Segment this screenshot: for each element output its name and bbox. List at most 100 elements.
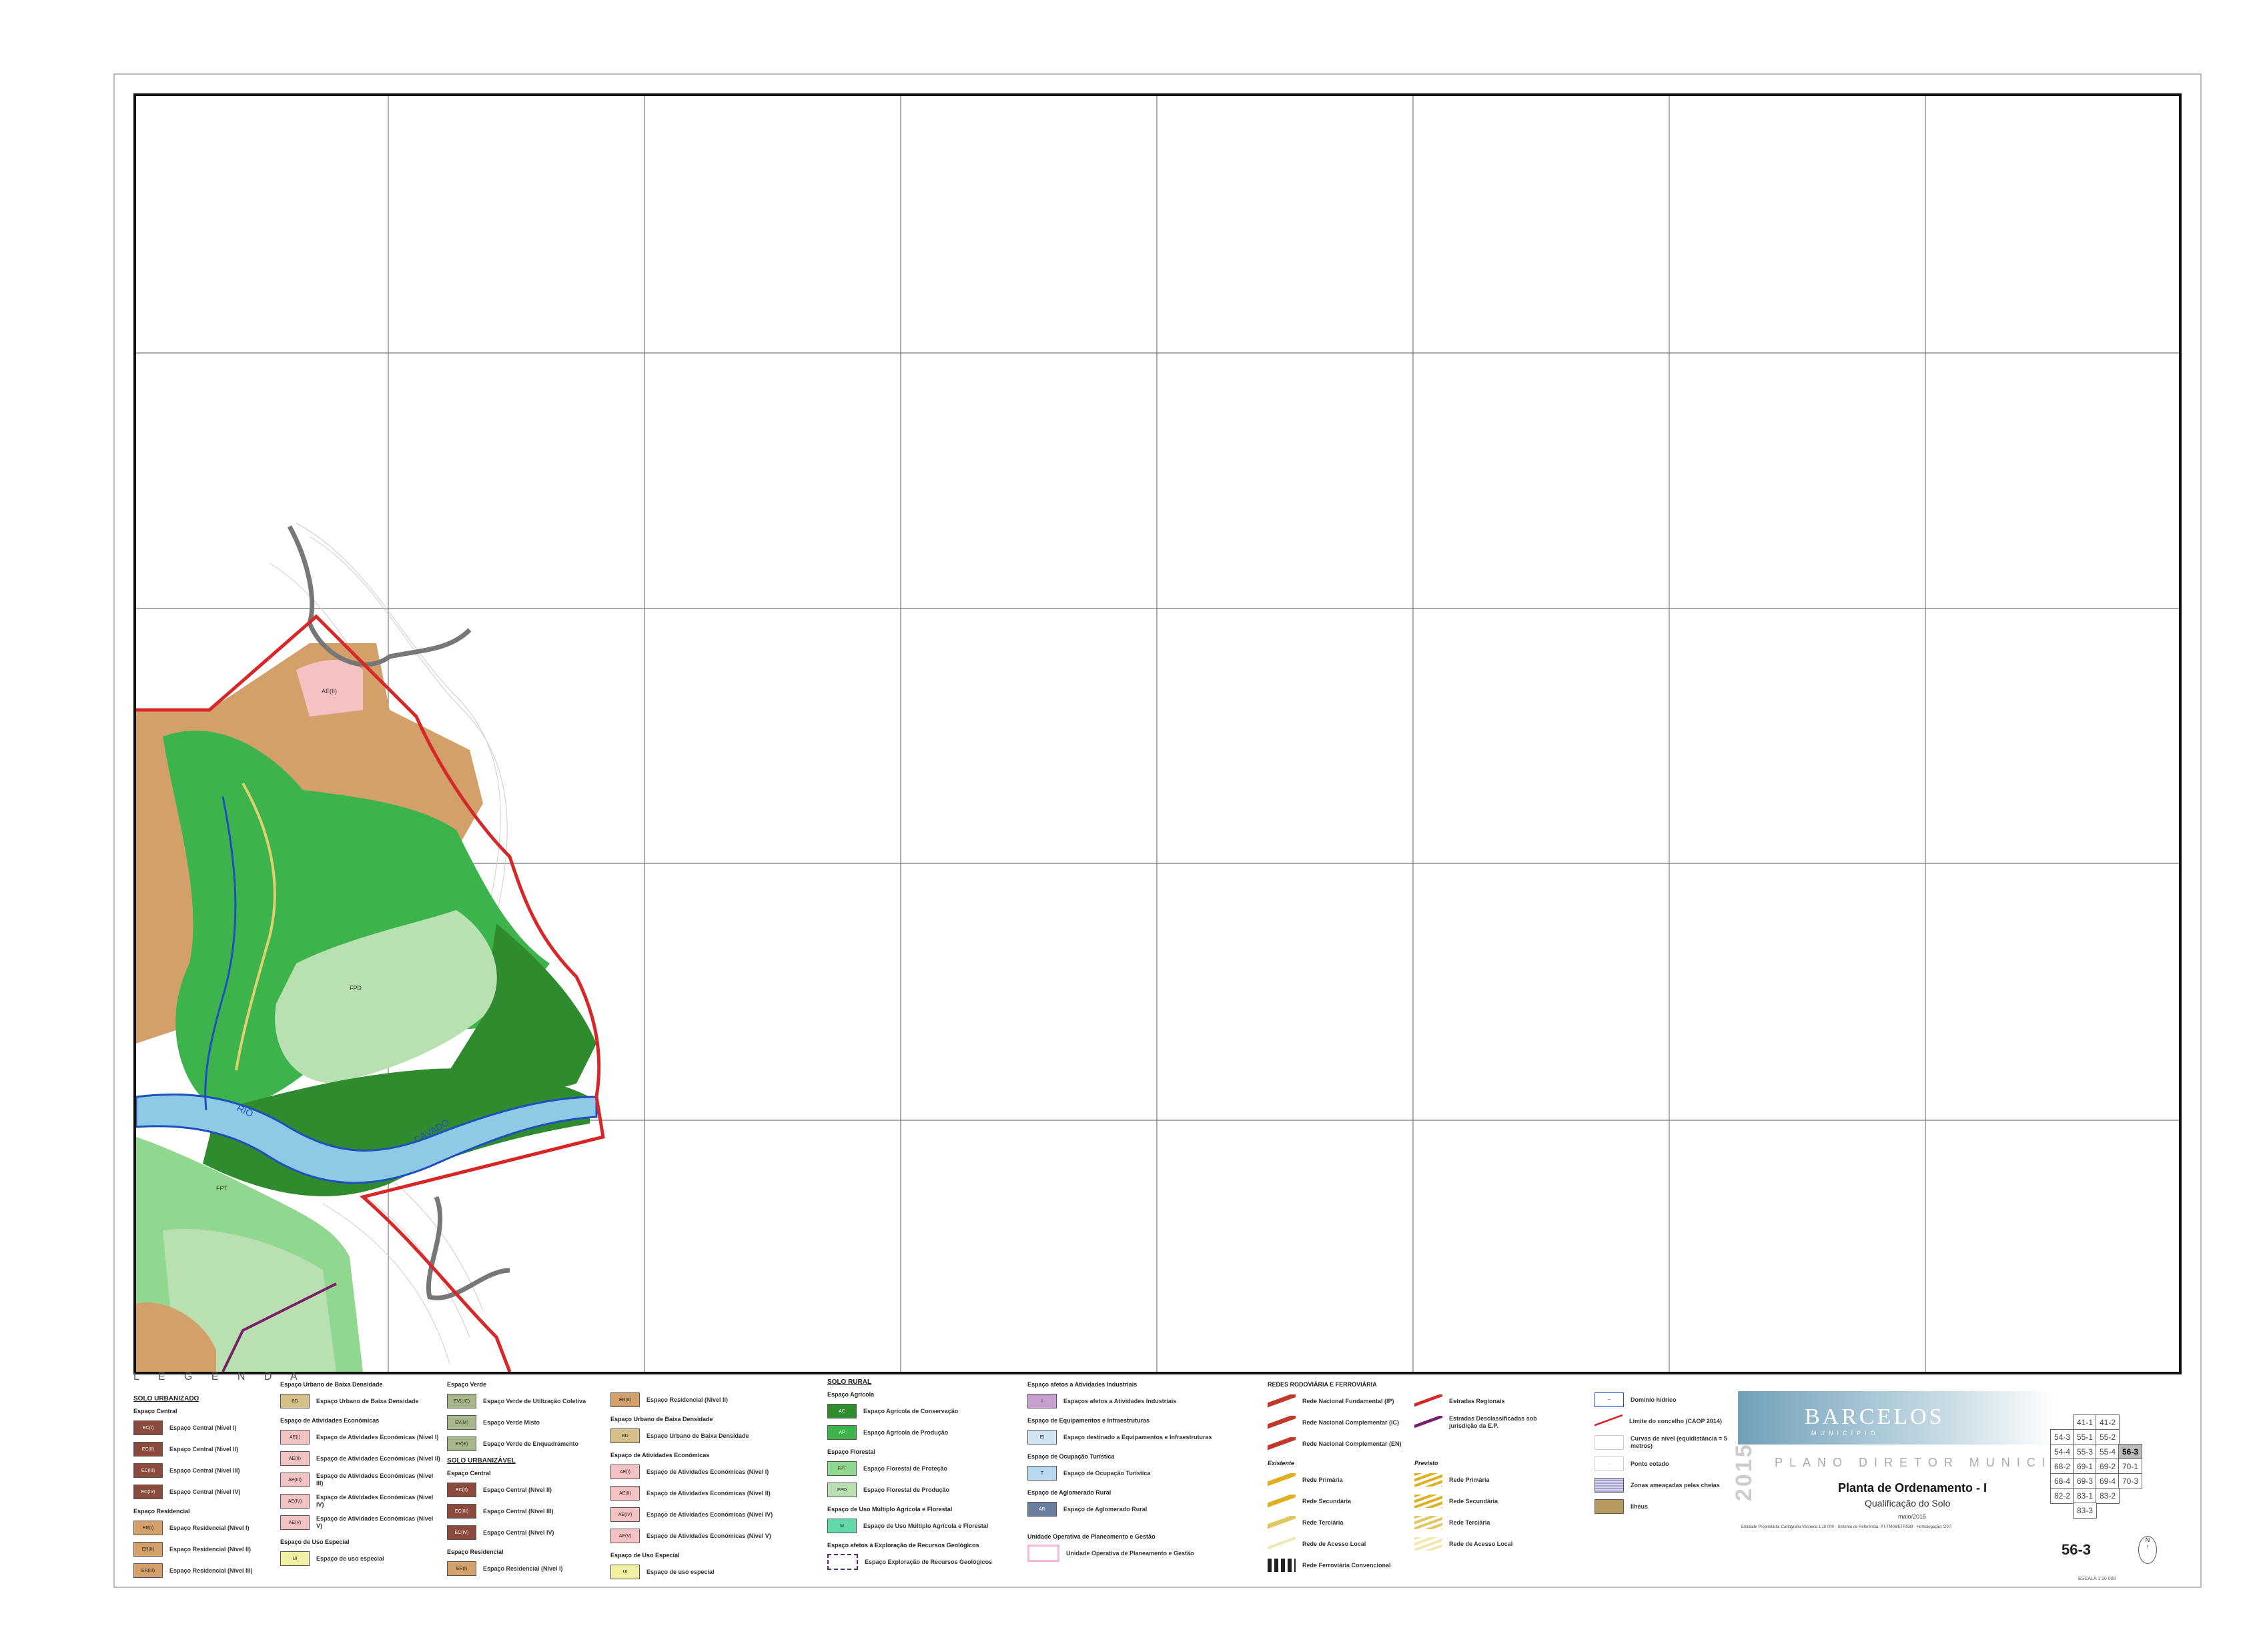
sheet-index-cell: 55-3 — [2073, 1444, 2097, 1460]
legend-col-urbanizavel-2: ER(II) Espaço Residencial (Nível II) Espa… — [610, 1389, 797, 1583]
legend-item: Rede de Acesso Local — [1268, 1533, 1408, 1555]
legend-item: EI Espaço destinado a Equipamentos e Infr… — [1027, 1426, 1241, 1448]
legend-item: Rede Nacional Fundamental (IP) — [1268, 1390, 1408, 1412]
legend-item: BD Espaço Urbano de Baixa Densidade — [610, 1425, 797, 1447]
scale-text: ESCALA 1:10 000 — [2078, 1577, 2116, 1581]
sheet-index-cell: 68-2 — [2050, 1459, 2074, 1475]
legend-col-outros: ~ Domínio hídrico Limite do concelho (CAO… — [1595, 1389, 1735, 1517]
legend-subsection: Espaço Agrícola — [827, 1391, 875, 1398]
legend-item: AE(I) Espaço de Atividades Económicas (Ní… — [280, 1426, 440, 1448]
coordinate-grid — [136, 96, 2179, 1372]
legend-item: BD Espaço Urbano de Baixa Densidade — [280, 1390, 440, 1412]
legend-item: Estradas Regionais — [1414, 1390, 1561, 1412]
title-block: BARCELOS MUNICÍPIO 2015 PLANO DIRETOR MU… — [1731, 1381, 2198, 1588]
legend-item: AC Espaço Agrícola de Conservação — [827, 1400, 1021, 1422]
sheet-number: 56-3 — [2062, 1541, 2092, 1558]
plan-year: 2015 — [1731, 1442, 1757, 1501]
legend-col-redes: REDES RODOVIÁRIA E FERROVIÁRIA Rede Naci… — [1268, 1376, 1568, 1576]
map-date: maio/2015 — [1898, 1513, 1927, 1520]
sheet-index-cell: 55-2 — [2096, 1429, 2120, 1445]
legend-subsection: Espaço afetos a Atividades Industriais — [1027, 1381, 1138, 1388]
zone-label-ae: AE(II) — [322, 688, 337, 695]
legend: SOLO URBANIZADO Espaço Central EC(I) Espa… — [133, 1376, 1735, 1589]
legend-item: Rede Ferroviária Convencional — [1268, 1555, 1408, 1576]
sheet-index-cell: 69-1 — [2073, 1459, 2097, 1475]
legend-item: Rede Primária — [1268, 1469, 1408, 1491]
sheet-index-cell: 68-4 — [2050, 1473, 2074, 1489]
legend-subsection: Espaço de Uso Especial — [280, 1539, 350, 1545]
legend-item: AE(II) Espaço de Atividades Económicas (N… — [280, 1448, 440, 1469]
legend-subsection: Espaço Residencial — [447, 1549, 504, 1555]
map-subtitle: Qualificação do Solo — [1865, 1498, 1951, 1509]
legend-col-urbanizado: SOLO URBANIZADO Espaço Central EC(I) Espa… — [133, 1392, 274, 1581]
map-metadata: Entidade Proprietária: Cartografia Vecto… — [1741, 1525, 1952, 1529]
legend-subsection: Espaço Urbano de Baixa Densidade — [610, 1416, 713, 1422]
sheet-index-cell: 55-4 — [2096, 1444, 2120, 1460]
legend-section: SOLO URBANIZÁVEL — [447, 1457, 516, 1465]
legend-subsection: Espaço Verde — [447, 1381, 487, 1388]
map-frame[interactable]: RIO CÁVADO FPD FPT AE(II) — [133, 93, 2182, 1374]
legend-item: ER(I) Espaço Residencial (Nível I) — [133, 1517, 274, 1539]
legend-item: Curvas de nível (equidistância = 5 metro… — [1595, 1432, 1735, 1453]
legend-item: ~ Domínio hídrico — [1595, 1389, 1735, 1410]
legend-item: Rede Secundária — [1414, 1491, 1561, 1512]
legend-item: EC(II) Espaço Central (Nível II) — [133, 1438, 274, 1460]
sheet-index-cell: 69-3 — [2073, 1473, 2097, 1489]
legend-item: EV(M) Espaço Verde Misto — [447, 1412, 607, 1433]
legend-item: AE(V) Espaço de Atividades Económicas (Ní… — [610, 1525, 797, 1547]
legend-col-rural-2: Espaço afetos a Atividades Industriais I… — [1027, 1376, 1241, 1564]
legend-item: UI Espaço de uso especial — [280, 1548, 440, 1569]
legend-item: I Espaços afetos a Atividades Industriais — [1027, 1390, 1241, 1412]
legend-item: Rede Primária — [1414, 1469, 1561, 1491]
legend-item: ER(II) Espaço Residencial (Nível II) — [133, 1539, 274, 1560]
legend-item: EC(IV) Espaço Central (Nível IV) — [133, 1481, 274, 1503]
zone-label-fpd: FPD — [350, 985, 362, 991]
legend-item: AE(IV) Espaço de Atividades Económicas (N… — [610, 1504, 797, 1525]
legend-subsection: Espaço Central — [447, 1470, 491, 1477]
legend-section: SOLO RURAL — [827, 1378, 872, 1386]
legend-item: FPD Espaço Florestal de Produção — [827, 1479, 1021, 1501]
legend-subsection: Espaço Central — [133, 1408, 177, 1414]
sheet-index-cell: 55-1 — [2073, 1429, 2097, 1445]
sheet-index-cell: 70-3 — [2118, 1473, 2142, 1489]
legend-item: AE(IV) Espaço de Atividades Económicas (N… — [280, 1491, 440, 1512]
legend-subsection: Espaço afetos à Exploração de Recursos G… — [827, 1542, 979, 1549]
legend-item: AE(V) Espaço de Atividades Económicas (Ní… — [280, 1512, 440, 1533]
brand-name: BARCELOS — [1805, 1404, 1945, 1429]
sheet-index-cell: 83-2 — [2096, 1488, 2120, 1504]
legend-col-atividades: Espaço Urbano de Baixa Densidade BD Espaç… — [280, 1376, 440, 1569]
sheet-index: 41-1 41-2 54-3 55-1 55-2 54-4 55-3 55-4 56-3 68-2… — [2050, 1414, 2142, 1521]
legend-item: Espaço Exploração de Recursos Geológicos — [827, 1551, 1021, 1573]
sheet-index-cell: 83-1 — [2073, 1488, 2097, 1504]
sheet-index-cell: 54-4 — [2050, 1444, 2074, 1460]
legend-item: ER(III) Espaço Residencial (Nível III) — [133, 1560, 274, 1581]
sheet-index-cell: 41-1 — [2073, 1414, 2097, 1430]
legend-subsection: Espaço Florestal — [827, 1449, 876, 1455]
legend-subsection: Espaço de Uso Especial — [610, 1552, 680, 1559]
legend-item: AR Espaço de Aglomerado Rural — [1027, 1499, 1241, 1520]
sheet-index-cell: 69-2 — [2096, 1459, 2120, 1475]
legend-item: M Espaço de Uso Múltiplo Agrícola e Flore… — [827, 1515, 1021, 1537]
sheet-index-cell: 82-2 — [2050, 1488, 2074, 1504]
brand-subtitle: MUNICÍPIO — [1811, 1430, 1879, 1436]
legend-subsection: Espaço de Equipamentos e Infraestruturas — [1027, 1417, 1150, 1424]
sheet-index-cell: 56-3 — [2118, 1444, 2142, 1460]
legend-subsection: Espaço de Atividades Económicas — [280, 1417, 380, 1424]
legend-item: EC(I) Espaço Central (Nível I) — [133, 1417, 274, 1438]
legend-item: Rede de Acesso Local — [1414, 1533, 1561, 1555]
legend-item: AP Espaço Agrícola de Produção — [827, 1422, 1021, 1443]
legend-item: EC(III) Espaço Central (Nível III) — [447, 1501, 607, 1522]
legend-item: · Ponto cotado — [1595, 1453, 1735, 1475]
legend-item: FPT Espaço Florestal de Proteção — [827, 1458, 1021, 1479]
legend-col-verde: Espaço Verde EV(UC) Espaço Verde de Utili… — [447, 1376, 607, 1579]
sheet-index-cell: 69-4 — [2096, 1473, 2120, 1489]
legend-item: Ilhéus — [1595, 1496, 1735, 1517]
sheet-index-cell: 83-3 — [2073, 1503, 2097, 1519]
sheet-index-cell: 54-3 — [2050, 1429, 2074, 1445]
legend-item: Estradas Desclassificadas sob jurisdição… — [1414, 1412, 1561, 1433]
legend-item: EV(UC) Espaço Verde de Utilização Coletiv… — [447, 1390, 607, 1412]
map-title: Planta de Ordenamento - I — [1838, 1481, 1987, 1495]
legend-item: AE(II) Espaço de Atividades Económicas (N… — [610, 1483, 797, 1504]
legend-subsection: Previsto — [1414, 1460, 1438, 1467]
sheet-index-cell: 70-1 — [2118, 1459, 2142, 1475]
